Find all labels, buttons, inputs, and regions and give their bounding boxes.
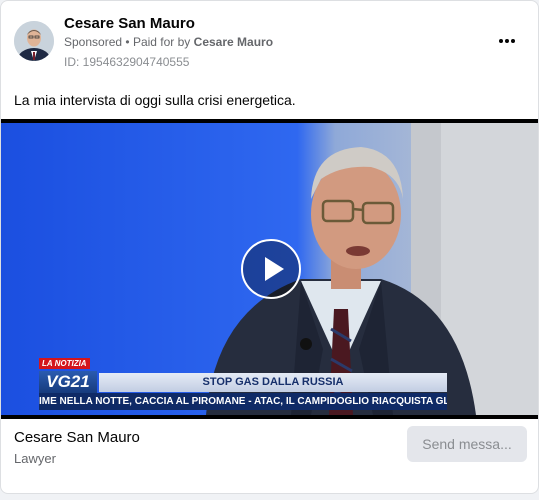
post-caption: La mia intervista di oggi sulla crisi en… (14, 92, 296, 108)
video-player[interactable]: LA NOTIZIA VG21 STOP GAS DALLA RUSSIA IM… (1, 119, 538, 419)
send-message-button[interactable]: Send messa... (407, 426, 527, 462)
ad-card: Cesare San Mauro Sponsored • Paid for by… (0, 0, 539, 494)
play-icon (265, 257, 284, 281)
paid-for-name[interactable]: Cesare Mauro (194, 35, 273, 49)
sponsored-line: Sponsored • Paid for by Cesare Mauro (64, 35, 273, 49)
video-headline: STOP GAS DALLA RUSSIA (99, 373, 447, 392)
news-ticker: IME NELLA NOTTE, CACCIA AL PIROMANE - AT… (39, 393, 447, 410)
ad-id: ID: 1954632904740555 (64, 55, 190, 69)
avatar[interactable] (14, 21, 54, 61)
author-name[interactable]: Cesare San Mauro (64, 15, 195, 32)
news-badge: LA NOTIZIA (39, 358, 90, 369)
paid-for-prefix: Paid for by (132, 35, 191, 49)
play-button[interactable] (241, 239, 301, 299)
separator-dot: • (125, 35, 133, 49)
sponsored-label: Sponsored (64, 35, 123, 49)
footer-page-name[interactable]: Cesare San Mauro (14, 429, 140, 446)
more-horizontal-icon (499, 39, 515, 43)
footer-subtitle: Lawyer (14, 451, 56, 466)
channel-logo: VG21 (39, 371, 97, 393)
more-options-button[interactable] (495, 31, 519, 51)
